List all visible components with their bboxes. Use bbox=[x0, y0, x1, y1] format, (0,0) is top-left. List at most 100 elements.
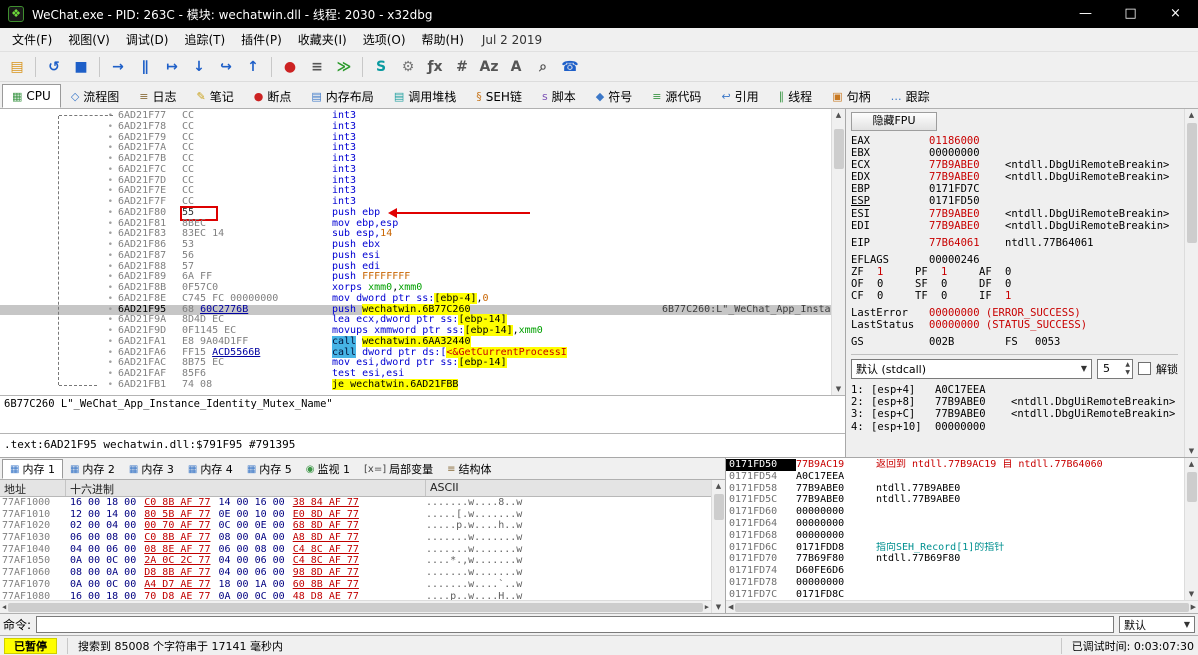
disasm-row[interactable]: • 6AD21FB1 74 08 je wechatwin.6AD21FBB bbox=[0, 378, 831, 391]
disasm-row[interactable]: • 6AD21F7C CC int3 bbox=[0, 164, 831, 176]
argument-row[interactable]: 3: [esp+C] 77B9ABE0 <ntdll.DbgUiRemoteBreak… bbox=[851, 408, 1184, 420]
find-strings-button[interactable]: ⌕ bbox=[530, 55, 556, 79]
menu-item-view[interactable]: 视图(V) bbox=[60, 28, 118, 51]
memory-row[interactable]: 77AF1010 12 00 14 00 80 5B AF 77 0E 00 10 0… bbox=[0, 509, 711, 521]
bottom-tab-memory2[interactable]: ▦ 内存 2 bbox=[63, 459, 122, 479]
help-report-button[interactable]: ☎ bbox=[557, 55, 583, 79]
scroll-track[interactable] bbox=[1185, 121, 1198, 445]
stack-row[interactable]: 0171FD70 77B69F80 ntdll.77B69F80 bbox=[726, 553, 1184, 565]
tab-seh[interactable]: § SEH链 bbox=[466, 84, 532, 108]
registers-scrollbar[interactable]: ▲ ▼ bbox=[1184, 109, 1198, 457]
animate-button[interactable]: ≫ bbox=[331, 55, 357, 79]
disasm-row[interactable]: • 6AD21F87 56 push esi bbox=[0, 250, 831, 262]
disasm-row[interactable]: • 6AD21F8E C745 FC 00000000 mov dword ptr s… bbox=[0, 292, 831, 305]
memory-row[interactable]: 77AF1030 06 00 08 00 C0 8B AF 77 08 00 0A 0… bbox=[0, 532, 711, 544]
scroll-thumb[interactable] bbox=[735, 602, 1189, 612]
menu-item-debug[interactable]: 调试(D) bbox=[118, 28, 177, 51]
bottom-tab-watch1[interactable]: ◉ 监视 1 bbox=[299, 459, 357, 479]
stop-debuggee-button[interactable]: ■ bbox=[68, 55, 94, 79]
tab-notes[interactable]: ✎ 笔记 bbox=[187, 84, 244, 108]
tab-symbols[interactable]: ◆ 符号 bbox=[586, 84, 642, 108]
maximize-button[interactable]: □ bbox=[1108, 0, 1153, 28]
register-row[interactable]: LastStatus 00000000 (STATUS_SUCCESS) bbox=[851, 319, 1184, 331]
bottom-tab-memory5[interactable]: ▦ 内存 5 bbox=[240, 459, 299, 479]
tab-trace[interactable]: … 跟踪 bbox=[881, 84, 940, 108]
scroll-thumb[interactable] bbox=[1186, 123, 1197, 243]
register-row[interactable]: EFLAGS 00000246 bbox=[851, 254, 1184, 266]
register-row[interactable]: EBX 00000000 bbox=[851, 147, 1184, 159]
scroll-down-icon[interactable]: ▼ bbox=[836, 383, 841, 395]
argument-row[interactable]: 1: [esp+4] A0C17EEA bbox=[851, 384, 1184, 396]
argument-count-spinner[interactable]: 5 ▲ ▼ bbox=[1097, 358, 1133, 379]
argument-row[interactable]: 2: [esp+8] 77B9ABE0 <ntdll.DbgUiRemoteBreak… bbox=[851, 396, 1184, 408]
menu-item-trace[interactable]: 追踪(T) bbox=[176, 28, 233, 51]
breakpoint-button[interactable]: ● bbox=[277, 55, 303, 79]
scroll-left-icon[interactable]: ◀ bbox=[2, 603, 6, 611]
tab-log[interactable]: ≡ 日志 bbox=[129, 84, 186, 108]
pause-button[interactable]: ∥ bbox=[132, 55, 158, 79]
calculator-button[interactable]: # bbox=[449, 55, 475, 79]
register-row[interactable]: GS 002B FS 0053 bbox=[851, 336, 1184, 348]
register-row[interactable]: ESI 77B9ABE0 <ntdll.DbgUiRemoteBreakin> bbox=[851, 208, 1184, 220]
scroll-thumb[interactable] bbox=[1186, 472, 1197, 502]
stack-row[interactable]: 0171FD6C 0171FDD8 指向SEH_Record[1]的指针 bbox=[726, 542, 1184, 554]
restart-button[interactable]: ↺ bbox=[41, 55, 67, 79]
stack-row[interactable]: 0171FD74 D60FE6D6 bbox=[726, 565, 1184, 577]
step-out-button[interactable]: ↑ bbox=[240, 55, 266, 79]
register-row[interactable]: EAX 01186000 bbox=[851, 135, 1184, 147]
bottom-tab-memory4[interactable]: ▦ 内存 4 bbox=[181, 459, 240, 479]
memory-row[interactable]: 77AF1050 0A 00 0C 00 2A 0C 2C 77 04 00 06 0… bbox=[0, 555, 711, 567]
minimize-button[interactable]: — bbox=[1063, 0, 1108, 28]
tab-memory-map[interactable]: ▤ 内存布局 bbox=[301, 84, 383, 108]
register-row[interactable]: EBP 0171FD7C bbox=[851, 183, 1184, 195]
stack-row[interactable]: 0171FD64 00000000 bbox=[726, 518, 1184, 530]
step-into-button[interactable]: ↓ bbox=[186, 55, 212, 79]
scroll-thumb[interactable] bbox=[8, 602, 703, 612]
memory-scrollbar[interactable]: ▲ ▼ bbox=[711, 480, 725, 613]
register-row[interactable]: EDI 77B9ABE0 <ntdll.DbgUiRemoteBreakin> bbox=[851, 220, 1184, 232]
settings-gears-button[interactable]: ⚙ bbox=[395, 55, 421, 79]
memory-row[interactable]: 77AF1080 16 00 18 00 70 D8 AE 77 0A 00 0C 0… bbox=[0, 591, 711, 601]
scroll-left-icon[interactable]: ◀ bbox=[728, 603, 733, 611]
scroll-down-icon[interactable]: ▼ bbox=[1189, 588, 1194, 600]
favourites-fx-button[interactable]: ƒx bbox=[422, 55, 448, 79]
memory-row[interactable]: 77AF1040 04 00 06 00 08 8E AF 77 06 00 08 0… bbox=[0, 544, 711, 556]
stack-row[interactable]: 0171FD78 00000000 bbox=[726, 577, 1184, 589]
scroll-right-icon[interactable]: ▶ bbox=[705, 603, 709, 611]
bottom-tab-struct[interactable]: ≡ 结构体 bbox=[440, 459, 498, 479]
disasm-row[interactable]: • 6AD21F80 55 push ebp bbox=[0, 205, 831, 221]
hide-fpu-button[interactable]: 隐藏FPU bbox=[851, 112, 937, 131]
trace-log-button[interactable]: ≡ bbox=[304, 55, 330, 79]
stack-row[interactable]: 0171FD58 77B9ABE0 ntdll.77B9ABE0 bbox=[726, 483, 1184, 495]
scroll-thumb[interactable] bbox=[833, 129, 844, 169]
menu-item-options[interactable]: 选项(O) bbox=[355, 28, 414, 51]
run-to-user-code-button[interactable]: ↦ bbox=[159, 55, 185, 79]
assembler-button[interactable]: Az bbox=[476, 55, 502, 79]
menu-item-file[interactable]: 文件(F) bbox=[4, 28, 60, 51]
register-row[interactable]: EIP 77B64061 ntdll.77B64061 bbox=[851, 237, 1184, 249]
memory-row[interactable]: 77AF1020 02 00 04 00 00 70 AF 77 0C 00 0E 0… bbox=[0, 520, 711, 532]
register-row[interactable]: EDX 77B9ABE0 <ntdll.DbgUiRemoteBreakin> bbox=[851, 171, 1184, 183]
run-button[interactable]: → bbox=[105, 55, 131, 79]
stack-scrollbar[interactable]: ▲ ▼ bbox=[1184, 458, 1198, 600]
step-over-button[interactable]: ↪ bbox=[213, 55, 239, 79]
scroll-up-icon[interactable]: ▲ bbox=[1189, 458, 1194, 470]
scroll-up-icon[interactable]: ▲ bbox=[716, 480, 721, 492]
disasm-row[interactable]: • 6AD21F78 CC int3 bbox=[0, 121, 831, 133]
argument-row[interactable]: 4: [esp+10] 00000000 bbox=[851, 421, 1184, 433]
scroll-up-icon[interactable]: ▲ bbox=[836, 109, 841, 121]
scroll-down-icon[interactable]: ▼ bbox=[1189, 445, 1194, 457]
unlock-checkbox[interactable] bbox=[1138, 362, 1151, 375]
tab-handles[interactable]: ▣ 句柄 bbox=[822, 84, 880, 108]
memory-hscrollbar[interactable]: ◀ ▶ bbox=[0, 600, 711, 613]
tab-call-stack[interactable]: ▤ 调用堆栈 bbox=[384, 84, 466, 108]
scroll-thumb[interactable] bbox=[713, 494, 724, 520]
menu-item-plugins[interactable]: 插件(P) bbox=[233, 28, 290, 51]
close-button[interactable]: × bbox=[1153, 0, 1198, 28]
memory-row[interactable]: 77AF1000 16 00 18 00 C0 8B AF 77 14 00 16 0… bbox=[0, 497, 711, 509]
scroll-down-icon[interactable]: ▼ bbox=[716, 601, 721, 613]
stack-row[interactable]: 0171FD50 77B9AC19 返回到 ntdll.77B9AC19 自 ntd… bbox=[726, 459, 1184, 471]
stack-hscrollbar[interactable]: ◀ ▶ bbox=[726, 600, 1198, 613]
tab-references[interactable]: ↩ 引用 bbox=[711, 84, 768, 108]
scroll-up-icon[interactable]: ▲ bbox=[1189, 109, 1194, 121]
